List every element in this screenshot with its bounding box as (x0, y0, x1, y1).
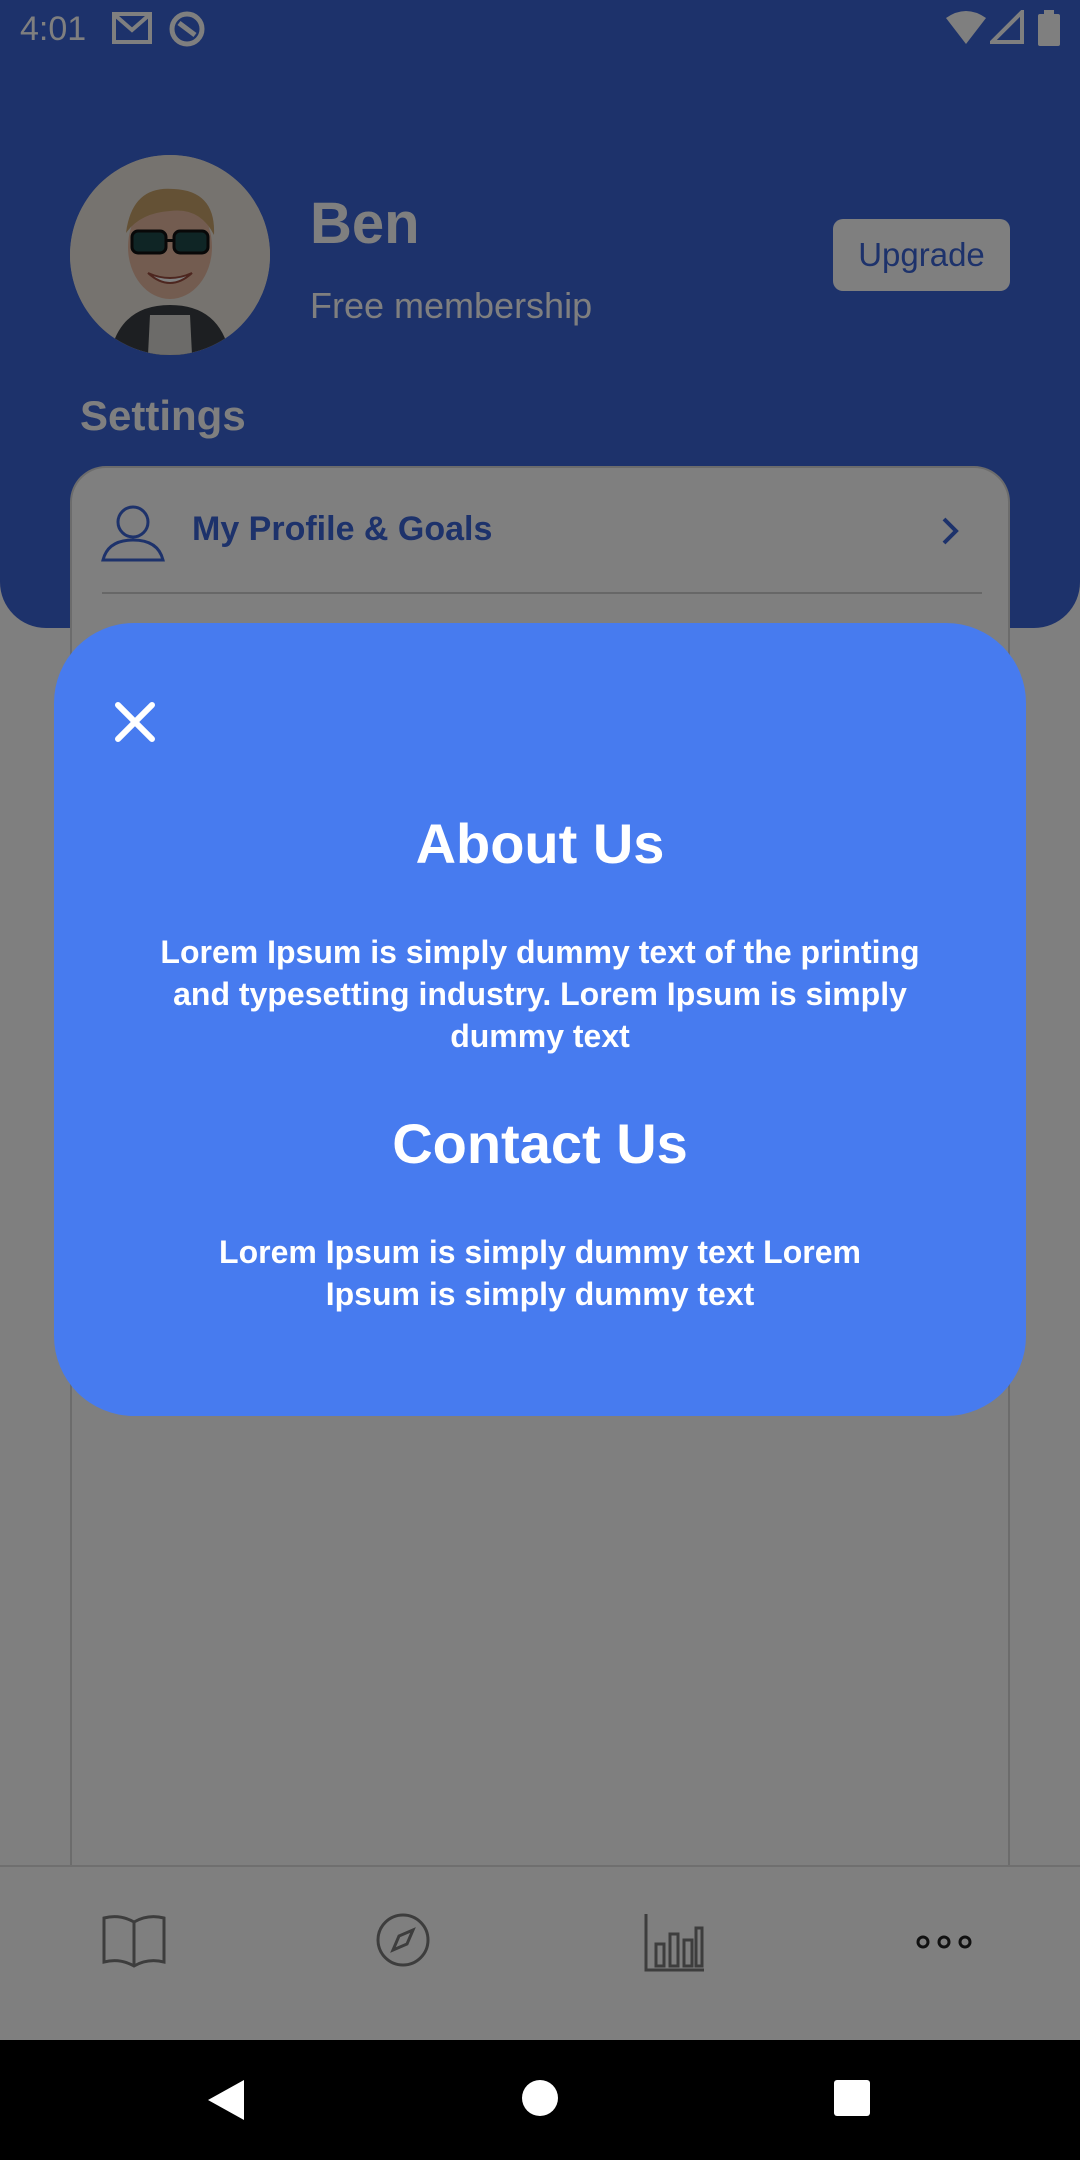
about-text: Lorem Ipsum is simply dummy text of the … (160, 934, 920, 1054)
about-modal: About Us Lorem Ipsum is simply dummy tex… (54, 623, 1026, 1416)
recents-icon[interactable] (832, 2078, 872, 2123)
about-title: About Us (415, 812, 665, 875)
contact-text: Lorem Ipsum is simply dummy text Lorem I… (219, 1234, 861, 1312)
screen: 4:01 (0, 0, 1080, 2160)
system-nav-bar (0, 2040, 1080, 2160)
back-icon[interactable] (206, 2078, 246, 2127)
close-icon[interactable] (110, 697, 160, 747)
contact-title: Contact Us (392, 1112, 688, 1175)
home-icon[interactable] (520, 2078, 560, 2123)
